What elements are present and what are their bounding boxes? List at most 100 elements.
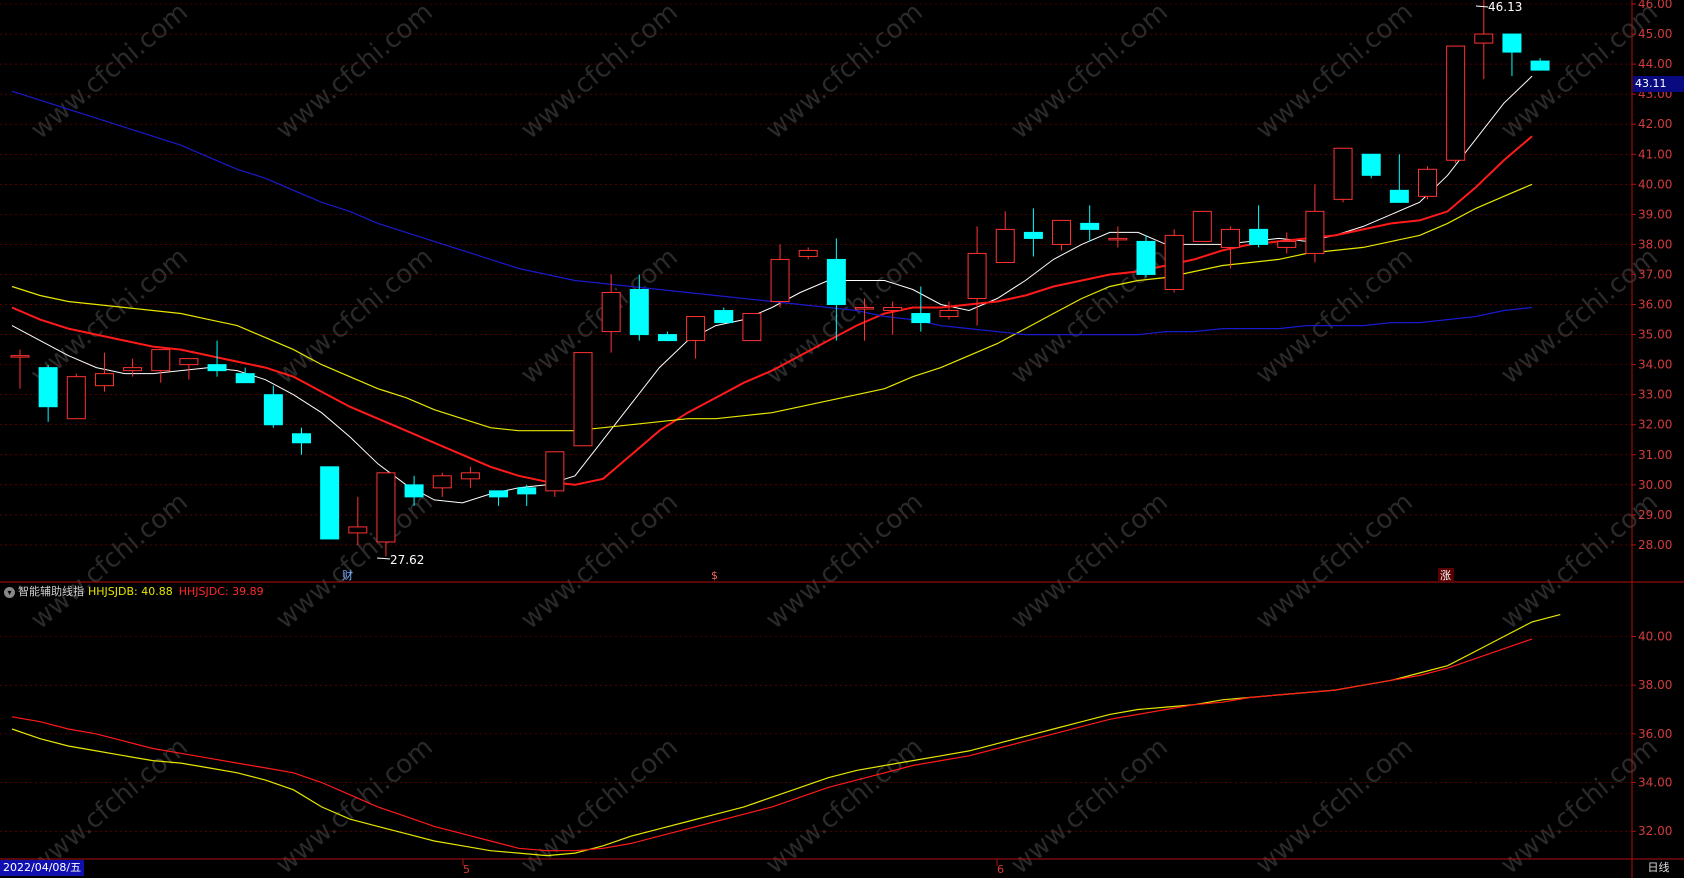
candle-body <box>151 349 171 372</box>
y-tick-label: 44.00 <box>1638 57 1672 71</box>
watermark-text: www.cfchi.com <box>270 0 439 145</box>
candle-body <box>545 451 565 492</box>
candle-body <box>123 367 143 372</box>
candle-body <box>179 358 199 366</box>
candle-body <box>460 472 480 480</box>
watermark-text: www.cfchi.com <box>760 0 929 145</box>
candle-body <box>686 316 706 342</box>
candle-body <box>855 307 874 310</box>
watermark-text: www.cfchi.com <box>760 487 929 635</box>
candle-body <box>995 228 1015 263</box>
candle-body <box>404 484 424 498</box>
watermark-text: www.cfchi.com <box>1495 732 1664 878</box>
y-tick-label: 37.00 <box>1638 267 1672 281</box>
y-tick-label: 36.00 <box>1638 298 1672 312</box>
candle-body <box>657 334 677 342</box>
indicator-name[interactable]: 智能辅助线指 <box>18 585 84 598</box>
y-tick-label: 40.00 <box>1638 630 1672 644</box>
y-tick-label: 41.00 <box>1638 147 1672 161</box>
y-tick-label: 38.00 <box>1638 237 1672 251</box>
candle-body <box>1136 240 1156 275</box>
candle-body <box>1164 234 1184 290</box>
y-tick-label: 30.00 <box>1638 478 1672 492</box>
watermark-text: www.cfchi.com <box>1005 487 1174 635</box>
candle-body <box>376 472 396 543</box>
candle-body <box>770 258 790 303</box>
watermark-text: www.cfchi.com <box>1005 0 1174 145</box>
candle-body <box>1080 222 1100 230</box>
y-tick-label: 45.00 <box>1638 27 1672 41</box>
candle-body <box>235 373 255 384</box>
y-tick-label: 28.00 <box>1638 538 1672 552</box>
candle-body <box>94 373 114 387</box>
candle-body <box>432 475 452 489</box>
event-marker-dividend[interactable]: $ <box>711 569 718 582</box>
watermark-text: www.cfchi.com <box>515 487 684 635</box>
watermark-text: www.cfchi.com <box>1250 0 1419 145</box>
candle-body <box>798 249 818 257</box>
y-tick-label: 38.00 <box>1638 678 1672 692</box>
y-tick-label: 42.00 <box>1638 117 1672 131</box>
watermark-text: www.cfchi.com <box>25 487 194 635</box>
price-axis: 28.00 29.00 30.00 31.00 32.00 33.00 34.00 35.00… <box>1632 0 1672 838</box>
candle-body <box>573 352 593 447</box>
event-marker-limit-up[interactable]: 涨 <box>1440 569 1451 582</box>
candle-body <box>714 310 734 324</box>
indicator-toggle-icon[interactable]: ▾ <box>4 586 15 598</box>
indicator-legend: ▾ 智能辅助线指 HHJSJDB: 40.88 HHJSJDC: 39.89 <box>4 584 264 600</box>
candle-body <box>348 526 368 534</box>
month-label-may: 5 <box>463 863 470 876</box>
candle-body <box>1333 147 1353 200</box>
candle-body <box>1502 33 1522 53</box>
candle-body <box>629 289 649 336</box>
watermark-text: www.cfchi.com <box>270 242 439 390</box>
month-label-june: 6 <box>997 863 1004 876</box>
watermark-text: www.cfchi.com <box>1250 732 1419 878</box>
y-tick-label: 34.00 <box>1638 776 1672 790</box>
candle-body <box>1446 45 1466 161</box>
candle-body <box>1530 60 1550 71</box>
indicator-db-value: HHJSJDB: 40.88 <box>88 585 173 598</box>
candle-body <box>1418 168 1437 197</box>
candle-body <box>1052 219 1072 245</box>
candle-body <box>66 376 86 420</box>
candle-body <box>292 433 311 444</box>
candle-body <box>1305 210 1325 254</box>
watermark-text: www.cfchi.com <box>25 732 194 878</box>
watermark-text: www.cfchi.com <box>1250 487 1419 635</box>
current-price-tag: 43.11 <box>1633 76 1684 92</box>
y-tick-label: 36.00 <box>1638 727 1672 741</box>
low-price-label: 27.62 <box>390 553 424 567</box>
period-selector[interactable]: 日线 <box>1633 860 1684 878</box>
candle-body <box>742 313 762 342</box>
candle-body <box>263 394 283 426</box>
candle-body <box>826 258 846 306</box>
candle-body <box>883 307 903 312</box>
y-tick-label: 34.00 <box>1638 358 1672 372</box>
candle-body <box>1108 237 1128 241</box>
candle-body <box>207 364 227 372</box>
panel-frame <box>0 0 1684 878</box>
candle-body <box>967 252 987 300</box>
annotations: 46.13 27.62 财 $ 涨 5 6 <box>342 0 1522 876</box>
cursor-date: 2022/04/08/五 <box>0 860 85 876</box>
y-tick-label: 39.00 <box>1638 207 1672 221</box>
candle-body <box>1474 33 1494 44</box>
candle-body <box>517 487 537 495</box>
watermark-layer: www.cfchi.com www.cfchi.com www.cfchi.com w… <box>25 0 1664 878</box>
y-tick-label: 32.00 <box>1638 418 1672 432</box>
candle-body <box>1277 240 1297 248</box>
y-tick-label: 29.00 <box>1638 508 1672 522</box>
kline-chart[interactable]: www.cfchi.com www.cfchi.com www.cfchi.com w… <box>0 0 1684 878</box>
event-marker-finance[interactable]: 财 <box>342 568 353 582</box>
high-price-label: 46.13 <box>1488 0 1522 14</box>
y-tick-label: 40.00 <box>1638 177 1672 191</box>
ma10-line <box>11 135 1533 486</box>
y-tick-label: 46.00 <box>1638 0 1672 11</box>
high-price-arrow <box>1475 5 1489 8</box>
watermark-text: www.cfchi.com <box>1250 242 1419 390</box>
candle-body <box>1361 153 1381 176</box>
candle-body <box>1249 228 1269 245</box>
candle-body <box>489 490 509 498</box>
candle-body <box>10 355 30 358</box>
